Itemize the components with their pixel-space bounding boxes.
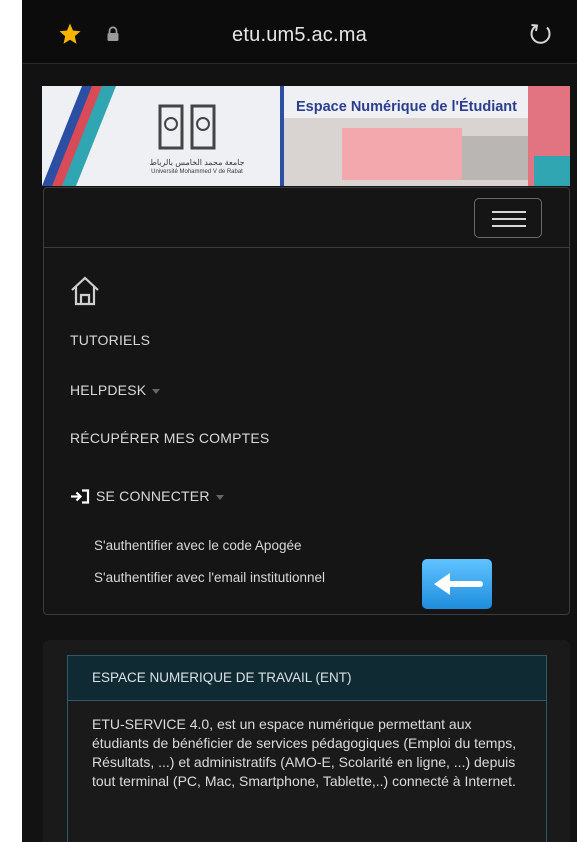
nav-item-label: HELPDESK bbox=[70, 382, 147, 398]
nav-item-label: SE CONNECTER bbox=[96, 488, 210, 504]
card-body-text: ETU-SERVICE 4.0, est un espace numérique… bbox=[92, 716, 517, 789]
nav-item-helpdesk[interactable]: HELPDESK bbox=[70, 382, 161, 398]
nav-item-recuperer-comptes[interactable]: RÉCUPÉRER MES COMPTES bbox=[70, 430, 269, 446]
university-name-french: Université Mohammed V de Rabat bbox=[151, 169, 243, 175]
login-icon bbox=[71, 489, 90, 504]
banner-title: Espace Numérique de l'Étudiant bbox=[296, 99, 517, 115]
reload-icon[interactable] bbox=[528, 21, 554, 47]
url-text[interactable]: etu.um5.ac.ma bbox=[22, 24, 577, 47]
arrow-left-icon bbox=[434, 573, 483, 595]
login-email-link[interactable]: S'authentifier avec l'email institutionn… bbox=[94, 570, 325, 585]
phone-screen: etu.um5.ac.ma Espace Numérique de l'Étud… bbox=[22, 0, 577, 842]
card-title: ESPACE NUMERIQUE DE TRAVAIL (ENT) bbox=[68, 656, 546, 701]
ent-info-card: ESPACE NUMERIQUE DE TRAVAIL (ENT) ETU-SE… bbox=[67, 655, 547, 842]
browser-address-bar: etu.um5.ac.ma bbox=[22, 0, 577, 64]
arrow-left-indicator bbox=[422, 559, 492, 609]
home-icon[interactable] bbox=[68, 274, 102, 308]
navbar-header bbox=[44, 188, 569, 248]
university-name-arabic: جامعة محمد الخامس بالرباط bbox=[149, 158, 245, 167]
nav-item-se-connecter[interactable]: SE CONNECTER bbox=[70, 488, 224, 504]
nav-item-label: RÉCUPÉRER MES COMPTES bbox=[70, 430, 270, 446]
nav-item-tutoriels[interactable]: TUTORIELS bbox=[70, 332, 150, 348]
chevron-down-icon bbox=[215, 494, 224, 500]
site-banner[interactable]: Espace Numérique de l'Étudiant جامعة محم… bbox=[42, 86, 570, 186]
chevron-down-icon bbox=[152, 388, 161, 394]
nav-item-label: TUTORIELS bbox=[70, 332, 151, 348]
menu-toggle-button[interactable] bbox=[474, 198, 542, 238]
university-logo bbox=[158, 104, 216, 150]
navigation-panel: TUTORIELS HELPDESK RÉCUPÉRER MES COMPTES… bbox=[43, 187, 570, 615]
login-apogee-link[interactable]: S'authentifier avec le code Apogée bbox=[94, 538, 301, 553]
